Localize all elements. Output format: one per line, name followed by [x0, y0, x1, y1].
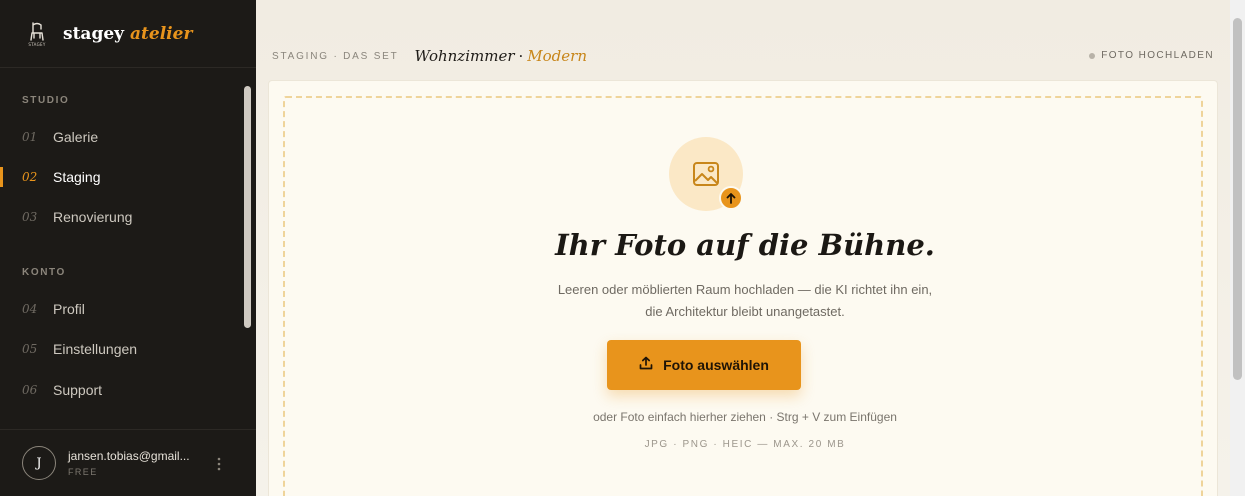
nav-number: 06 [22, 383, 38, 397]
nav-number: 03 [22, 210, 38, 224]
upload-arrow-icon [719, 186, 743, 210]
brand-accent: atelier [130, 23, 193, 44]
upload-icon [639, 356, 653, 375]
avatar[interactable]: J [22, 446, 56, 480]
kebab-menu-icon[interactable] [212, 454, 226, 474]
choose-photo-label: Foto auswählen [663, 357, 769, 373]
account-info: jansen.tobias@gmail... FREE [68, 449, 190, 477]
nav-number: 04 [22, 302, 38, 316]
sidebar-item-label: Galerie [53, 129, 99, 145]
logo-text: STAGEY [28, 41, 46, 47]
sidebar-item-support[interactable]: 06 Support [0, 372, 240, 408]
stagey-chair-logo: STAGEY [26, 21, 48, 47]
sidebar-item-label: Profil [53, 301, 85, 317]
description-line-2: die Architektur bleibt unangetastet. [645, 304, 845, 319]
section-label-studio: STUDIO [22, 95, 70, 106]
sidebar-item-label: Staging [53, 169, 101, 185]
sidebar-scrollbar[interactable] [244, 86, 251, 328]
title-separator: · [518, 47, 524, 65]
nav-number: 01 [22, 130, 38, 144]
nav-number: 02 [22, 170, 38, 184]
sidebar-item-staging[interactable]: 02 Staging [0, 159, 240, 195]
status-dot-icon [1089, 52, 1096, 59]
main-content: STAGING · DAS SET Wohnzimmer · Modern FO… [256, 0, 1230, 496]
description-line-1: Leeren oder möblierten Raum hochladen — … [557, 282, 933, 297]
account-panel[interactable]: J jansen.tobias@gmail... FREE [0, 429, 256, 496]
brand-name: stagey [63, 23, 125, 44]
sidebar-item-einstellungen[interactable]: 05 Einstellungen [0, 331, 240, 367]
page-title-style: Modern [527, 47, 587, 65]
status-badge: FOTO HOCHLADEN [1089, 50, 1214, 61]
nav-number: 05 [22, 342, 38, 356]
sidebar: STAGEY stagey atelier STUDIO 01 Galerie … [0, 0, 256, 496]
section-label-konto: KONTO [22, 267, 66, 278]
drag-hint: oder Foto einfach hierher ziehen · Strg … [593, 410, 897, 424]
page-title-room: Wohnzimmer [414, 47, 515, 65]
accepted-formats: JPG · PNG · HEIC — MAX. 20 MB [644, 439, 846, 450]
breadcrumb: STAGING · DAS SET [272, 50, 399, 62]
status-text: FOTO HOCHLADEN [1101, 50, 1214, 61]
account-email: jansen.tobias@gmail... [68, 449, 190, 463]
sidebar-item-galerie[interactable]: 01 Galerie [0, 119, 240, 155]
account-plan: FREE [68, 467, 98, 477]
sidebar-item-renovierung[interactable]: 03 Renovierung [0, 199, 240, 235]
page-scrollbar-thumb[interactable] [1233, 18, 1242, 380]
sidebar-item-label: Support [53, 382, 103, 398]
page-header: STAGING · DAS SET Wohnzimmer · Modern FO… [272, 44, 1214, 68]
upload-card: Ihr Foto auf die Bühne. Leeren oder möbl… [268, 80, 1218, 496]
sidebar-item-profil[interactable]: 04 Profil [0, 291, 240, 327]
brand[interactable]: STAGEY stagey atelier [0, 0, 256, 68]
dropzone[interactable]: Ihr Foto auf die Bühne. Leeren oder möbl… [283, 96, 1203, 496]
dropzone-headline: Ihr Foto auf die Bühne. [555, 228, 935, 262]
sidebar-item-label: Einstellungen [53, 341, 138, 357]
sidebar-item-label: Renovierung [53, 209, 133, 225]
dropzone-description: Leeren oder möblierten Raum hochladen — … [285, 279, 1205, 323]
choose-photo-button[interactable]: Foto auswählen [607, 340, 801, 390]
